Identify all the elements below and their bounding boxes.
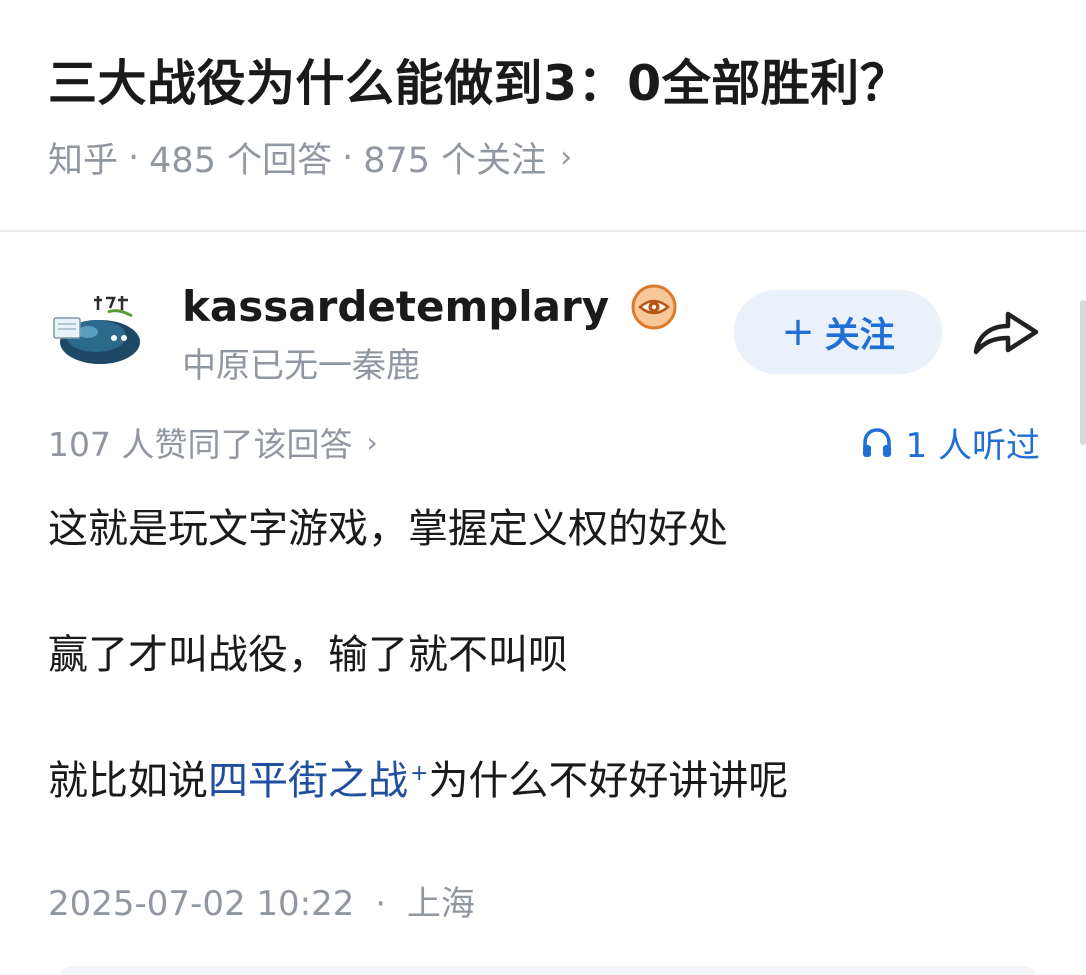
listen-count: 1 人听过 <box>905 426 1040 466</box>
answer-location: 上海 <box>406 884 475 924</box>
follower-count: 875 个关注 <box>363 141 547 181</box>
follow-button[interactable]: + 关注 <box>734 290 942 374</box>
answer-footer-meta: 2025-07-02 10:22 · 上海 <box>48 876 475 925</box>
paragraph-text: 为什么不好好讲讲呢 <box>428 758 789 804</box>
headphones-icon <box>862 427 891 457</box>
question-meta[interactable]: 知乎 · 485 个回答 · 875 个关注 › <box>48 132 572 183</box>
listen-button[interactable]: 1 人听过 <box>860 418 1040 467</box>
scrollbar[interactable] <box>1080 300 1086 445</box>
answer-paragraph: 这就是玩文字游戏，掌握定义权的好处 <box>48 506 728 552</box>
section-divider <box>0 230 1086 232</box>
paragraph-text: 就比如说 <box>48 758 208 804</box>
follow-label: 关注 <box>824 315 895 356</box>
chevron-right-icon: › <box>560 140 573 175</box>
meta-separator: · <box>342 137 354 178</box>
author-name-row[interactable]: kassardetemplary <box>182 282 677 331</box>
chevron-right-icon: › <box>366 425 378 459</box>
source-label: 知乎 <box>48 141 119 181</box>
sparkle-icon: + <box>410 760 429 786</box>
author-bio: 中原已无一秦鹿 <box>182 346 420 386</box>
vote-count: 107 人赞同了该回答 <box>48 425 353 464</box>
answer-paragraph: 赢了才叫战役，输了就不叫呗 <box>48 632 568 678</box>
meta-separator: · <box>375 884 387 924</box>
keyword-link[interactable]: 四平街之战+ <box>208 758 428 804</box>
author-avatar[interactable] <box>48 292 148 368</box>
answer-paragraph: 就比如说四平街之战+为什么不好好讲讲呢 <box>48 748 788 806</box>
answer-page: 三大战役为什么能做到3：0全部胜利？ 知乎 · 485 个回答 · 875 个关… <box>0 0 1086 975</box>
author-name[interactable]: kassardetemplary <box>182 282 609 331</box>
keyword-link-text[interactable]: 四平街之战 <box>208 758 408 804</box>
meta-separator: · <box>128 137 140 178</box>
plus-icon: + <box>781 309 815 355</box>
vote-summary[interactable]: 107 人赞同了该回答 › <box>48 418 378 466</box>
answer-date: 2025-07-02 10:22 <box>48 884 355 924</box>
question-title[interactable]: 三大战役为什么能做到3：0全部胜利？ <box>48 44 909 115</box>
answer-count: 485 个回答 <box>149 141 333 181</box>
share-icon[interactable] <box>972 306 1040 358</box>
eye-badge-icon[interactable] <box>631 284 677 330</box>
next-card-edge <box>58 966 1038 975</box>
